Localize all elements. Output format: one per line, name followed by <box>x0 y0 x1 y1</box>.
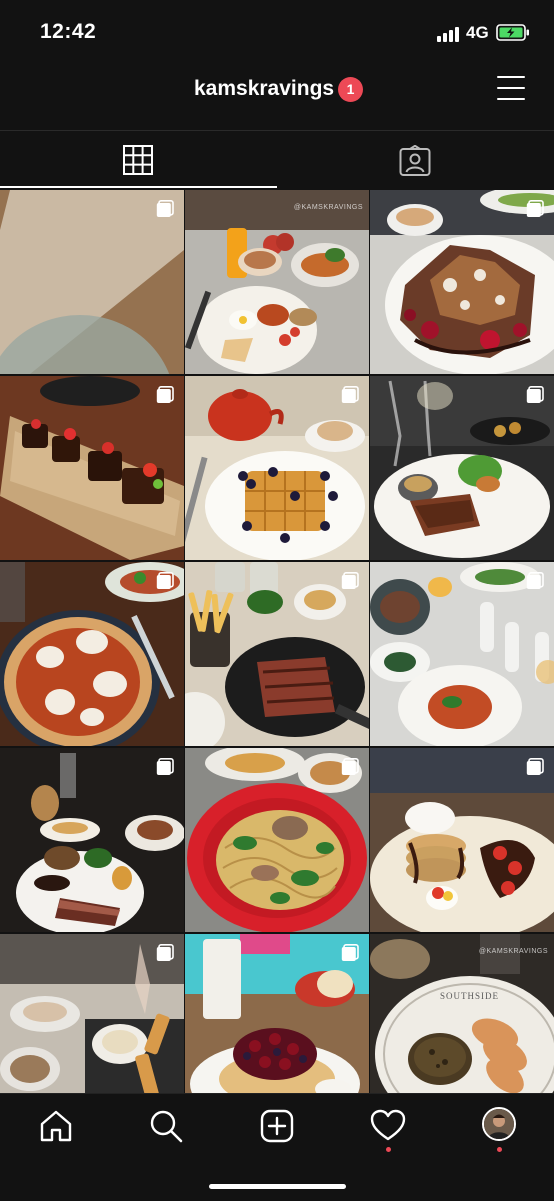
multiple-images-icon <box>341 572 359 589</box>
signal-icon <box>437 26 459 42</box>
network-type: 4G <box>466 23 489 42</box>
multiple-images-icon <box>156 758 174 775</box>
post-thumbnail[interactable] <box>185 376 369 560</box>
watermark: @KAMSKRAVINGS <box>293 204 363 211</box>
multiple-images-icon <box>156 944 174 961</box>
multiple-images-icon <box>156 572 174 589</box>
nav-activity-button[interactable] <box>370 1108 406 1144</box>
post-thumbnail[interactable] <box>0 934 184 1093</box>
notification-badge: 1 <box>338 77 363 102</box>
activity-notification-dot <box>386 1147 391 1152</box>
multiple-images-icon <box>526 758 544 775</box>
breakfast-photo <box>185 190 369 374</box>
tab-tagged[interactable] <box>277 131 554 189</box>
home-indicator[interactable] <box>209 1184 346 1189</box>
hamburger-menu-icon[interactable] <box>497 76 525 100</box>
multiple-images-icon <box>526 386 544 403</box>
grid-icon <box>123 145 153 175</box>
post-thumbnail[interactable] <box>370 190 554 374</box>
multiple-images-icon <box>341 758 359 775</box>
status-time: 12:42 <box>40 20 97 43</box>
multiple-images-icon <box>341 944 359 961</box>
post-thumbnail[interactable] <box>0 562 184 746</box>
multiple-images-icon <box>156 200 174 217</box>
search-icon <box>150 1110 183 1143</box>
post-thumbnail[interactable] <box>0 376 184 560</box>
post-thumbnail[interactable] <box>185 934 369 1093</box>
bottom-navigation <box>0 1093 554 1201</box>
post-thumbnail[interactable] <box>185 562 369 746</box>
southside-tartare-photo: SOUTHSIDE <box>370 934 554 1093</box>
tagged-person-icon <box>399 145 431 176</box>
post-thumbnail[interactable] <box>0 190 184 374</box>
post-thumbnail[interactable] <box>370 376 554 560</box>
nav-home-button[interactable] <box>38 1108 74 1144</box>
post-thumbnail[interactable]: @KAMSKRAVINGS <box>185 190 369 374</box>
heart-icon <box>370 1109 406 1141</box>
nav-create-button[interactable] <box>259 1108 295 1144</box>
tab-grid[interactable] <box>0 131 277 189</box>
profile-username[interactable]: kamskravings <box>194 77 334 101</box>
avatar-image <box>484 1109 514 1139</box>
profile-notification-dot <box>497 1147 502 1152</box>
status-bar: 12:42 4G <box>0 0 554 66</box>
post-thumbnail[interactable] <box>0 748 184 932</box>
post-thumbnail[interactable] <box>370 562 554 746</box>
profile-avatar[interactable] <box>482 1107 516 1141</box>
nav-search-button[interactable] <box>148 1108 184 1144</box>
profile-header: kamskravings 1 <box>0 66 554 130</box>
battery-icon <box>496 24 529 41</box>
photo-grid: @KAMSKRAVINGS SOUTHSIDE @KAMSKRAVINGS <box>0 190 554 1093</box>
post-thumbnail[interactable] <box>370 748 554 932</box>
add-post-icon <box>260 1109 294 1143</box>
watermark: @KAMSKRAVINGS <box>478 948 548 955</box>
multiple-images-icon <box>341 386 359 403</box>
multiple-images-icon <box>156 386 174 403</box>
multiple-images-icon <box>526 200 544 217</box>
home-icon <box>40 1110 72 1142</box>
profile-tabs <box>0 131 554 189</box>
post-thumbnail[interactable] <box>185 748 369 932</box>
svg-text:SOUTHSIDE: SOUTHSIDE <box>440 991 499 1001</box>
active-tab-indicator <box>0 186 277 188</box>
multiple-images-icon <box>526 572 544 589</box>
post-thumbnail[interactable]: SOUTHSIDE @KAMSKRAVINGS <box>370 934 554 1093</box>
